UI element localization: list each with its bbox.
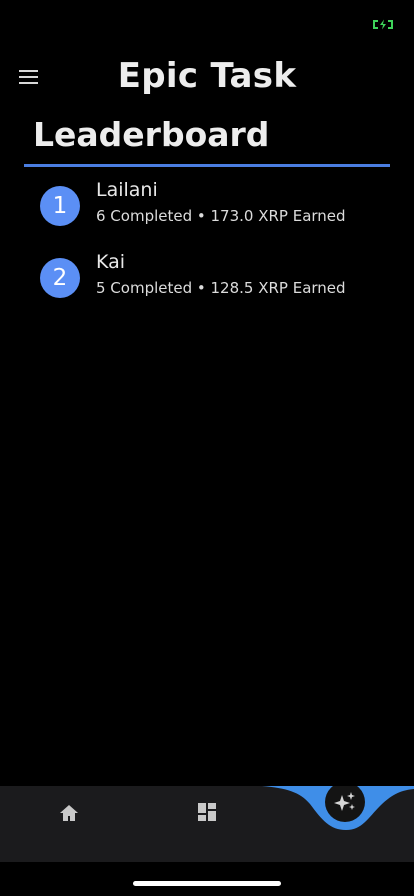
battery-charging-icon	[373, 19, 393, 30]
leaderboard-screen: Epic Task Leaderboard 1 Lailani 6 Comple…	[0, 0, 414, 896]
leaderboard-row[interactable]: 1 Lailani 6 Completed • 173.0 XRP Earned	[24, 179, 390, 242]
player-name: Lailani	[96, 179, 158, 201]
player-stats: 6 Completed • 173.0 XRP Earned	[96, 207, 346, 225]
dashboard-icon[interactable]	[195, 800, 219, 824]
app-title: Epic Task	[117, 56, 297, 96]
sparkle-icon	[334, 792, 355, 811]
title-divider	[24, 164, 390, 167]
rank-badge: 2	[40, 258, 80, 298]
player-name: Kai	[96, 251, 126, 273]
page-title: Leaderboard	[33, 115, 270, 154]
home-indicator[interactable]	[133, 881, 281, 886]
bottom-nav	[0, 786, 414, 862]
home-icon[interactable]	[56, 800, 82, 826]
leaderboard-row[interactable]: 2 Kai 5 Completed • 128.5 XRP Earned	[24, 251, 390, 314]
rank-badge: 1	[40, 186, 80, 226]
player-stats: 5 Completed • 128.5 XRP Earned	[96, 279, 346, 297]
